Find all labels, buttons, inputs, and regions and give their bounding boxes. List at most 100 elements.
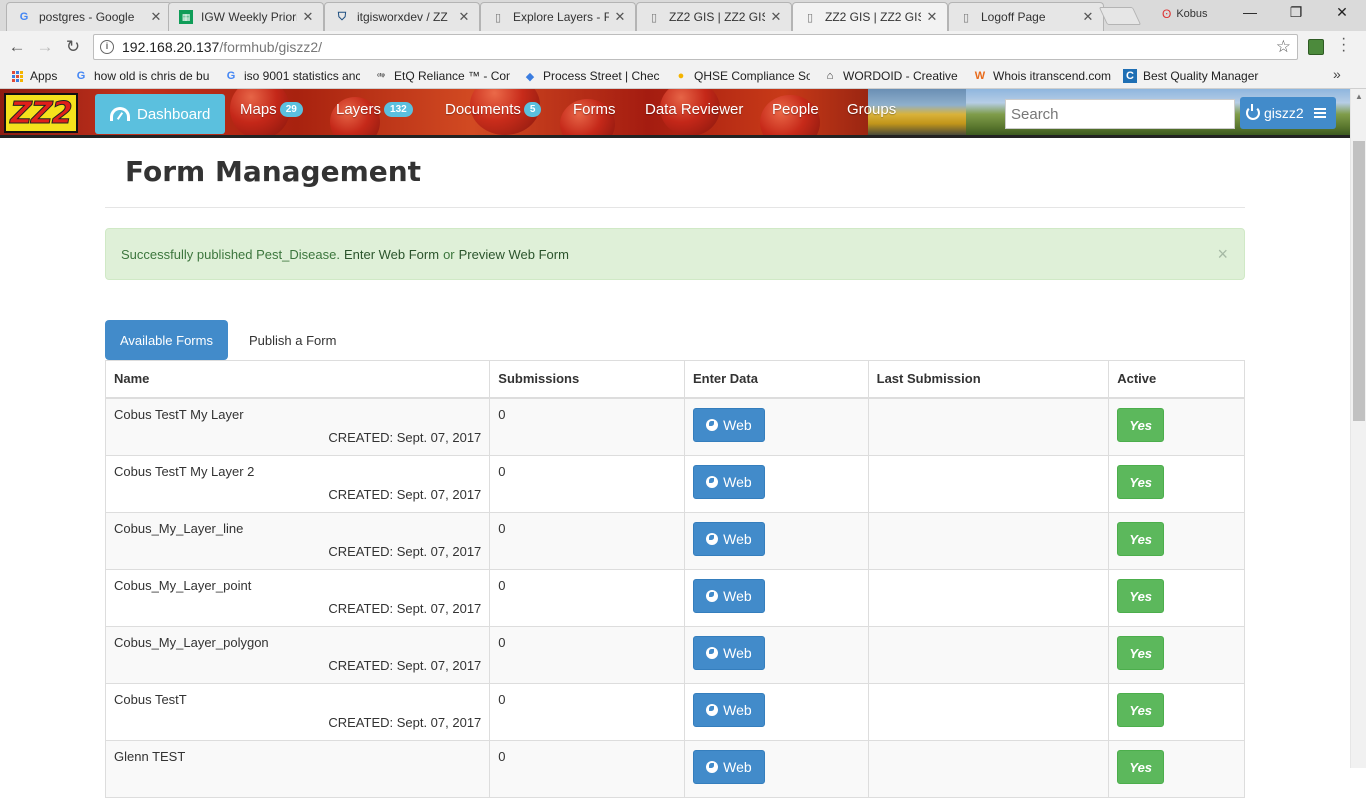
bookmark-item[interactable]: ⌂ WORDOID - Creative: [823, 67, 959, 85]
close-tab-icon[interactable]: ✕: [301, 9, 315, 25]
submissions-count: 0: [498, 578, 506, 593]
browser-tab-title: Logoff Page: [981, 10, 1046, 24]
last-submission-cell: [869, 399, 1110, 455]
bookmark-item[interactable]: G how old is chris de bu: [74, 67, 214, 85]
minimize-icon[interactable]: —: [1227, 4, 1273, 20]
last-submission-cell: [869, 456, 1110, 512]
active-toggle-button[interactable]: Yes: [1117, 465, 1165, 499]
browser-tab[interactable]: ▯ ZZ2 GIS | ZZ2 GIS ✕: [636, 2, 792, 31]
active-toggle-button[interactable]: Yes: [1117, 693, 1165, 727]
web-button[interactable]: Web: [692, 750, 765, 784]
dashboard-button[interactable]: Dashboard: [95, 94, 225, 134]
back-icon[interactable]: ←: [7, 37, 27, 57]
form-name[interactable]: Cobus_My_Layer_line: [114, 521, 481, 536]
form-name[interactable]: Cobus_My_Layer_polygon: [114, 635, 481, 650]
bookmark-apps[interactable]: Apps: [10, 67, 57, 85]
close-icon[interactable]: ×: [1217, 244, 1228, 265]
nav-data-reviewer[interactable]: Data Reviewer: [645, 101, 743, 118]
form-name[interactable]: Cobus TestT My Layer 2: [114, 464, 481, 479]
restore-icon[interactable]: ❐: [1273, 4, 1319, 21]
bookmark-item[interactable]: ◆ Process Street | Check: [523, 67, 660, 85]
browser-tab[interactable]: ▯ Logoff Page ✕: [948, 2, 1104, 31]
bookmark-label: Whois itranscend.com: [993, 69, 1111, 83]
bookmark-item[interactable]: G iso 9001 statistics anc: [224, 67, 360, 85]
bookmark-label: iso 9001 statistics anc: [244, 69, 360, 83]
submissions-cell: 0: [490, 513, 685, 569]
web-button[interactable]: Web: [692, 522, 765, 556]
web-button[interactable]: Web: [692, 579, 765, 613]
browser-menu-icon[interactable]: · · ·: [1341, 31, 1346, 59]
browser-tab[interactable]: ⛉ itgisworxdev / ZZ ✕: [324, 2, 480, 31]
form-name-cell: Glenn TEST: [106, 741, 491, 797]
close-tab-icon[interactable]: ✕: [925, 9, 939, 25]
page-icon: ▯: [494, 11, 502, 24]
browser-tab[interactable]: G postgres - Google ✕: [6, 2, 172, 31]
active-cell: Yes: [1109, 399, 1244, 455]
user-menu-button[interactable]: giszz2: [1240, 97, 1336, 129]
active-toggle-button[interactable]: Yes: [1117, 579, 1165, 613]
close-tab-icon[interactable]: ✕: [613, 9, 627, 25]
browser-tab-active[interactable]: ▯ ZZ2 GIS | ZZ2 GIS ✕: [792, 2, 948, 31]
close-tab-icon[interactable]: ✕: [1081, 9, 1095, 25]
close-window-icon[interactable]: ✕: [1319, 4, 1365, 21]
close-tab-icon[interactable]: ✕: [149, 9, 163, 25]
reload-icon[interactable]: ↻: [63, 37, 83, 57]
scroll-up-icon[interactable]: ▲: [1355, 92, 1363, 101]
active-cell: Yes: [1109, 684, 1244, 740]
bookmark-star-icon[interactable]: ☆: [1276, 37, 1291, 57]
browser-tab[interactable]: ▯ Explore Layers - F ✕: [480, 2, 636, 31]
form-name[interactable]: Cobus TestT: [114, 692, 481, 707]
sheets-icon: ▦: [179, 10, 193, 24]
table-row: Cobus_My_Layer_point CREATED: Sept. 07, 2…: [106, 570, 1244, 627]
extension-icon[interactable]: [1308, 39, 1324, 55]
web-button[interactable]: Web: [692, 408, 765, 442]
nav-groups[interactable]: Groups: [847, 101, 896, 118]
new-tab-button[interactable]: [1098, 7, 1142, 25]
bookmark-item[interactable]: ᶜᵗᵠ EtQ Reliance ™ - Com: [374, 67, 510, 85]
web-button[interactable]: Web: [692, 465, 765, 499]
table-row: Cobus TestT My Layer 2 CREATED: Sept. 07,…: [106, 456, 1244, 513]
forward-icon[interactable]: →: [35, 37, 55, 57]
scrollbar-thumb[interactable]: [1353, 141, 1365, 421]
active-toggle-button[interactable]: Yes: [1117, 408, 1165, 442]
search-input[interactable]: [1005, 99, 1235, 129]
url-path: /formhub/giszz2/: [219, 39, 323, 55]
web-button[interactable]: Web: [692, 693, 765, 727]
enter-data-cell: Web: [685, 456, 869, 512]
form-name[interactable]: Cobus TestT My Layer: [114, 407, 481, 422]
close-tab-icon[interactable]: ✕: [457, 9, 471, 25]
zz2-logo[interactable]: ZZ2: [4, 93, 78, 133]
web-button[interactable]: Web: [692, 636, 765, 670]
table-row: Glenn TEST 0 Web Yes: [106, 741, 1244, 798]
preview-web-form-link[interactable]: Preview Web Form: [459, 247, 569, 262]
close-tab-icon[interactable]: ✕: [769, 9, 783, 25]
active-toggle-button[interactable]: Yes: [1117, 750, 1165, 784]
enter-web-form-link[interactable]: Enter Web Form: [344, 247, 439, 262]
nav-maps[interactable]: Maps 29: [240, 101, 303, 118]
browser-tab[interactable]: ▦ IGW Weekly Priori ✕: [168, 2, 324, 31]
active-toggle-button[interactable]: Yes: [1117, 522, 1165, 556]
tab-publish-form[interactable]: Publish a Form: [234, 320, 351, 360]
info-icon[interactable]: i: [100, 40, 114, 54]
browser-tab-title: Explore Layers - F: [513, 10, 609, 24]
form-name[interactable]: Glenn TEST: [114, 749, 481, 764]
bookmarks-overflow-icon[interactable]: »: [1333, 66, 1341, 82]
form-name[interactable]: Cobus_My_Layer_point: [114, 578, 481, 593]
bookmark-item[interactable]: C Best Quality Manager: [1123, 67, 1261, 85]
page-scrollbar[interactable]: ▲: [1350, 89, 1366, 768]
browser-profile[interactable]: ʘ Kobus: [1162, 7, 1208, 21]
bookmark-item[interactable]: W Whois itranscend.com: [973, 67, 1111, 85]
bookmark-label: EtQ Reliance ™ - Com: [394, 69, 510, 83]
nav-documents[interactable]: Documents 5: [445, 101, 542, 118]
tab-available-forms[interactable]: Available Forms: [105, 320, 228, 360]
nav-layers[interactable]: Layers 132: [336, 101, 413, 118]
bookmark-item[interactable]: ● QHSE Compliance So: [674, 67, 810, 85]
active-toggle-button[interactable]: Yes: [1117, 636, 1165, 670]
nav-forms[interactable]: Forms: [573, 101, 616, 118]
column-header-enter-data: Enter Data: [685, 361, 869, 397]
globe-icon: [706, 419, 719, 431]
nav-people[interactable]: People: [772, 101, 819, 118]
browser-toolbar: ← → ↻ i 192.168.20.137/formhub/giszz2/ ☆: [0, 31, 1366, 63]
success-alert: Successfully published Pest_Disease. Ent…: [105, 228, 1245, 280]
address-bar[interactable]: i 192.168.20.137/formhub/giszz2/ ☆: [93, 34, 1298, 60]
